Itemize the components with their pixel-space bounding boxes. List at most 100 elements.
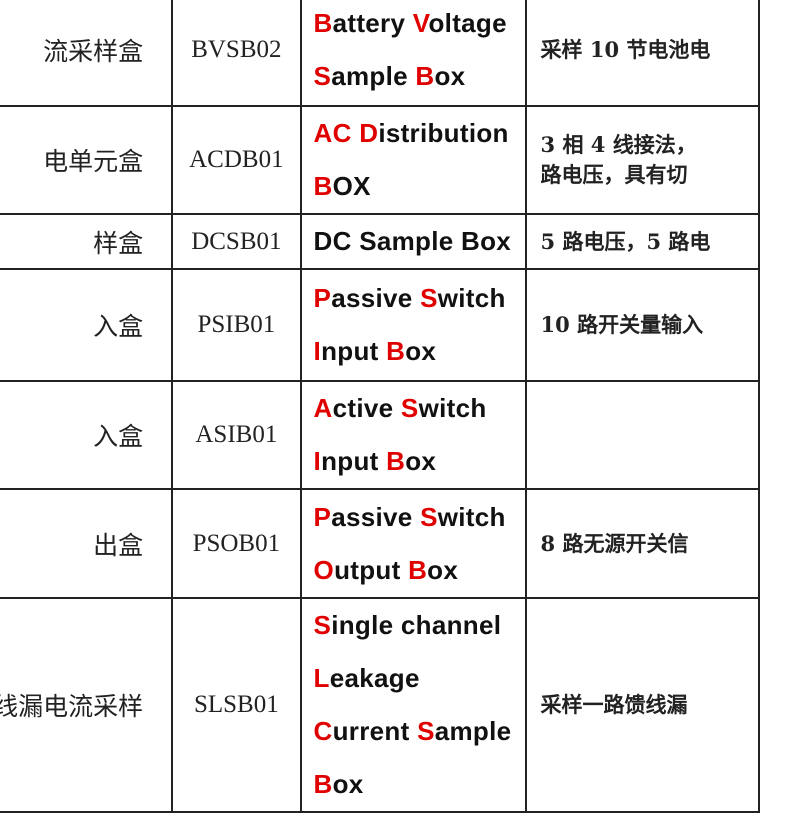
table-cell: 采样 10 节电池电 (524, 0, 761, 107)
initial-letter: AC (313, 118, 360, 148)
word-rest: nput (321, 446, 387, 476)
module-name-en: DC Sample Box (299, 213, 527, 270)
module-code: ASIB01 (195, 421, 278, 448)
word-rest: ox (332, 769, 364, 799)
module-name-cn: 出盒 (93, 530, 144, 560)
module-name-en: Active Switch Input Box (299, 380, 527, 490)
word-rest: utput (334, 554, 409, 585)
module-name-cn: 电单元盒 (43, 147, 144, 176)
table-row: 流采样盒 BVSB02 Battery Voltage Sample Box 采样 1… (0, 0, 761, 107)
table-cell: 样盒 (0, 213, 174, 270)
module-code: ACDB01 (189, 146, 284, 173)
module-code: BVSB02 (191, 35, 282, 63)
module-name-en: Passive Switch Output Box (299, 488, 527, 599)
table-cell: 线漏电流采样 (0, 597, 174, 813)
word-rest: attery (332, 7, 413, 38)
initial-letter: B (386, 336, 406, 366)
table-row: 样盒 DCSB01 DC Sample Box 5 路电压，5 路电 (0, 213, 761, 270)
table-row: 入盒 PSIB01 Passive Switch Input Box 10 路开关量输… (0, 268, 761, 382)
word-rest: ctive (332, 393, 401, 423)
table-cell: 采样一路馈线漏 (524, 597, 761, 813)
initial-letter: D (359, 118, 379, 148)
initial-letter: I (313, 446, 322, 476)
table-cell: 3 相 4 线接法， 路电压，具有切 (524, 105, 761, 215)
table-cell: BVSB02 (171, 0, 302, 107)
table-cell: PSOB01 (171, 488, 302, 599)
table-cell: 10 路开关量输入 (524, 268, 761, 382)
initial-letter: S (400, 393, 419, 423)
word-rest: ample (434, 716, 512, 746)
module-description: 采样 10 节电池电 (540, 36, 711, 62)
table-cell: SLSB01 (171, 597, 302, 813)
initial-letter: B (386, 446, 406, 476)
initial-letter: V (412, 7, 429, 38)
module-name-cn: 样盒 (93, 228, 144, 258)
word-rest: witch (437, 501, 506, 532)
module-description: 8 路无源开关信 (540, 530, 689, 556)
table-cell: 8 路无源开关信 (524, 488, 761, 599)
module-name-en: Single channel Leakage Current Sample Bo… (299, 597, 527, 813)
table-row: 出盒 PSOB01 Passive Switch Output Box 8 路无源开关… (0, 488, 761, 599)
word-rest: ox (405, 336, 437, 366)
module-description: 路电压，具有切 (540, 162, 688, 187)
initial-letter: C (313, 716, 333, 746)
module-code: PSOB01 (192, 529, 281, 557)
word-rest: istribution (378, 118, 509, 148)
initial-letter: O (313, 554, 335, 585)
word-rest: OX (332, 171, 371, 201)
table-cell: 流采样盒 (0, 0, 174, 107)
initial-letter: B (313, 7, 333, 38)
word-rest: oltage (428, 7, 507, 38)
table-cell: 出盒 (0, 488, 174, 599)
initial-letter: I (313, 336, 322, 366)
module-name-cn: 流采样盒 (43, 36, 144, 66)
initial-letter: S (420, 283, 438, 313)
module-name-en: Battery Voltage Sample Box (299, 0, 527, 107)
initial-letter: S (313, 610, 332, 640)
word-rest: urrent (332, 716, 418, 746)
initial-letter: P (313, 501, 332, 532)
initial-letter: P (313, 283, 332, 313)
word-rest: eakage (329, 663, 420, 693)
table-cell: ASIB01 (171, 380, 302, 490)
table-cell: PSIB01 (171, 268, 302, 382)
initial-letter: B (313, 171, 333, 201)
table-cell: 入盒 (0, 268, 174, 382)
module-description: 3 相 4 线接法， (540, 132, 697, 157)
table-row: 电单元盒 ACDB01 AC Distribution BOX 3 相 4 线接法， 路… (0, 105, 761, 215)
table-row: 线漏电流采样 SLSB01 Single channel Leakage Curre… (0, 597, 761, 813)
module-code: DCSB01 (191, 227, 282, 255)
initial-letter: A (313, 393, 333, 423)
initial-letter: L (313, 663, 330, 693)
word-rest: witch (437, 283, 506, 313)
table-row: 入盒 ASIB01 Active Switch Input Box (0, 380, 761, 490)
initial-letter: S (313, 60, 332, 91)
module-code: PSIB01 (197, 311, 276, 338)
word-rest: nput (321, 336, 387, 366)
module-name-cn: 入盒 (93, 312, 144, 341)
table-cell (524, 380, 761, 490)
initial-letter: B (313, 769, 333, 799)
module-name-cn: 入盒 (93, 422, 144, 451)
module-description: 10 路开关量输入 (540, 312, 704, 337)
initial-letter: B (408, 554, 428, 585)
word-rest: ingle channel (331, 610, 502, 640)
word-rest: witch (418, 393, 487, 423)
module-name-en: Passive Switch Input Box (299, 268, 527, 382)
module-description: 采样一路馈线漏 (540, 692, 688, 717)
module-name-en: AC Distribution BOX (299, 105, 527, 215)
module-description: 5 路电压，5 路电 (540, 228, 711, 254)
word-rest: assive (331, 501, 421, 532)
module-code: SLSB01 (193, 691, 279, 718)
word-rest: ample (331, 60, 416, 91)
table-cell: DCSB01 (171, 213, 302, 270)
table-cell: 电单元盒 (0, 105, 174, 215)
word-rest: ox (434, 60, 466, 91)
word-rest: assive (331, 283, 421, 313)
initial-letter: S (420, 501, 438, 532)
module-table: 流采样盒 BVSB02 Battery Voltage Sample Box 采样 1… (0, 0, 761, 813)
module-name-cn: 线漏电流采样 (0, 692, 144, 721)
initial-letter: B (415, 60, 435, 91)
table-cell: 入盒 (0, 380, 174, 490)
initial-letter: S (417, 716, 435, 746)
